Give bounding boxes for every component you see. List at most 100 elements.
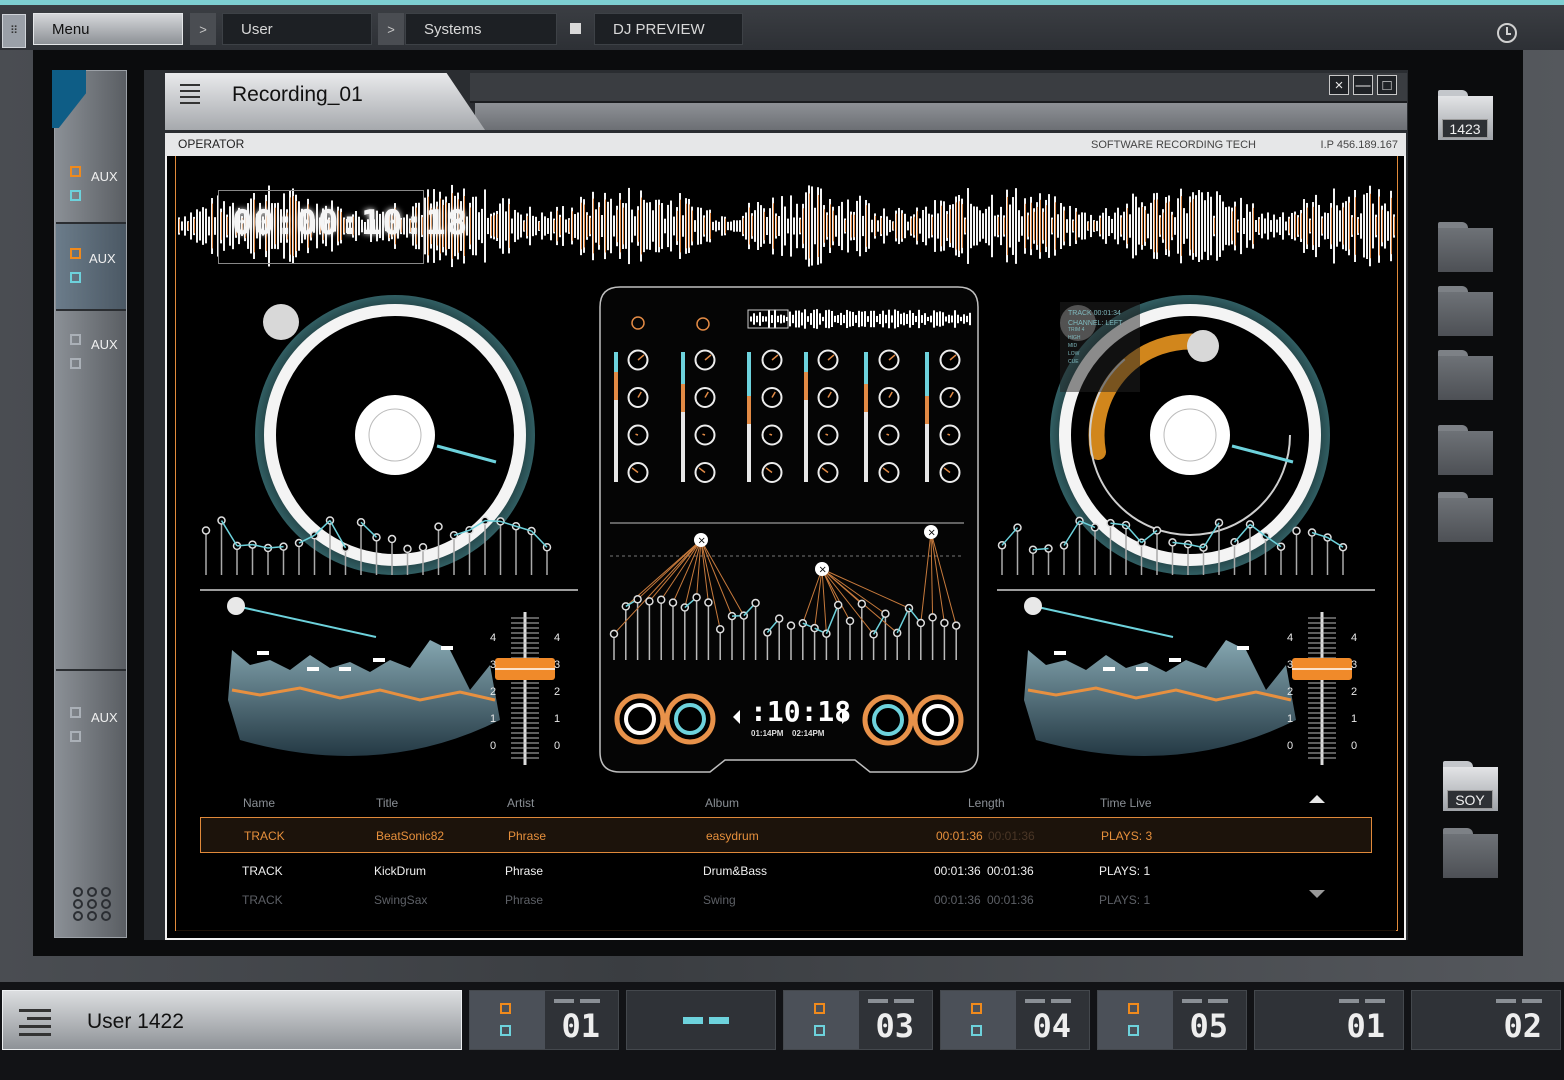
waveform-bar xyxy=(922,209,924,243)
waveform-bar xyxy=(514,209,516,243)
col-name[interactable]: Name xyxy=(243,796,275,810)
waveform-bar xyxy=(1123,211,1125,241)
col-artist[interactable]: Artist xyxy=(507,796,534,810)
left-turntable[interactable] xyxy=(255,295,535,575)
waveform-accent xyxy=(491,216,492,236)
right-turntable[interactable] xyxy=(1050,295,1330,575)
mixer-eq-dot xyxy=(833,600,843,610)
col-length[interactable]: Length xyxy=(968,796,1005,810)
right-pitch-fader[interactable] xyxy=(1292,612,1352,765)
waveform-accent xyxy=(1145,210,1146,242)
mixer-eq-dot xyxy=(845,616,855,626)
mini-wave-bar xyxy=(942,312,944,326)
mini-wave-bar xyxy=(792,314,794,324)
channel-tile[interactable]: 01 xyxy=(469,990,619,1050)
mini-wave-bar xyxy=(918,309,920,329)
track-live: PLAYS: 3 xyxy=(1101,829,1153,843)
folder-icon[interactable] xyxy=(1443,828,1498,878)
channel-tile-empty[interactable] xyxy=(626,990,776,1050)
folder-icon[interactable]: SOY xyxy=(1443,761,1498,811)
col-album[interactable]: Album xyxy=(705,796,739,810)
level-meter-mid xyxy=(614,372,618,400)
track-artist: Phrase xyxy=(508,829,547,843)
folder-icon[interactable] xyxy=(1438,425,1493,475)
mini-wave-bar xyxy=(933,310,935,328)
track-live: PLAYS: 1 xyxy=(1099,864,1151,878)
waveform-bar xyxy=(511,218,513,234)
waveform-bar xyxy=(484,189,486,263)
waveform-bar xyxy=(1303,199,1305,253)
fader-scale-label: 2 xyxy=(1351,686,1358,698)
track-live: PLAYS: 1 xyxy=(1099,893,1151,907)
waveform-accent xyxy=(911,218,912,234)
waveform-bar xyxy=(697,207,699,245)
eq-dot xyxy=(403,544,412,554)
waveform-accent xyxy=(881,217,882,235)
waveform-bar xyxy=(976,206,978,246)
mini-wave-bar xyxy=(819,313,821,325)
waveform-bar xyxy=(982,213,984,239)
waveform-bar xyxy=(694,220,696,232)
folder-icon[interactable] xyxy=(1438,350,1493,400)
waveform-accent xyxy=(1025,203,1026,249)
waveform-accent xyxy=(188,222,189,230)
waveform-accent xyxy=(1391,197,1392,255)
app-root: ⠿ Menu > User > Systems DJ PREVIEW AUX A… xyxy=(0,0,1564,1080)
waveform-bar xyxy=(934,200,936,252)
waveform-accent xyxy=(1190,202,1191,250)
waveform-accent xyxy=(932,216,933,236)
mixer-eq-handle-x: × xyxy=(698,536,706,547)
mini-wave-bar xyxy=(762,316,764,322)
track-length: 00:01:36 xyxy=(934,893,981,907)
folder-icon[interactable] xyxy=(1438,492,1493,542)
table-row[interactable]: TRACK BeatSonic82 Phrase easydrum 00:01:… xyxy=(200,817,1372,853)
knob-pointer xyxy=(702,433,706,436)
table-row[interactable]: TRACK SwingSax Phrase Swing 00:01:36 00:… xyxy=(200,882,1372,918)
waveform-accent xyxy=(692,210,693,242)
waveform-accent xyxy=(1127,208,1128,244)
scroll-up-icon[interactable] xyxy=(1309,795,1325,803)
info-text: HIGH xyxy=(1068,335,1081,341)
waveform-bar xyxy=(1069,205,1071,247)
mini-wave-bar xyxy=(759,312,761,326)
waveform-bar xyxy=(1363,194,1365,258)
waveform-bar xyxy=(898,207,900,245)
channel-tile[interactable]: 03 xyxy=(783,990,933,1050)
col-title[interactable]: Title xyxy=(376,796,398,810)
col-time-live[interactable]: Time Live xyxy=(1100,796,1152,810)
mini-wave-bar xyxy=(960,316,962,322)
waveform-accent xyxy=(962,204,963,248)
track-album: easydrum xyxy=(706,829,759,843)
waveform-bar xyxy=(1000,206,1002,246)
waveform-accent xyxy=(524,221,525,231)
level-meter-top xyxy=(747,352,751,396)
mini-wave-bar xyxy=(873,310,875,328)
folder-icon[interactable]: 1423 xyxy=(1438,90,1493,140)
waveform-accent xyxy=(212,203,213,249)
mini-wave-bar xyxy=(843,314,845,324)
waveform-accent xyxy=(866,205,867,247)
channel-tile[interactable]: 04 xyxy=(940,990,1090,1050)
waveform-accent xyxy=(1154,199,1155,253)
info-text: TRIM 4 xyxy=(1068,327,1085,333)
eq-dot xyxy=(434,522,443,531)
waveform-accent xyxy=(1322,218,1323,234)
eq-link xyxy=(530,530,548,548)
waveform-accent xyxy=(743,217,744,235)
waveform-bar xyxy=(1219,195,1221,257)
fader-scale-label: 3 xyxy=(1351,659,1358,671)
waveform-accent xyxy=(764,211,765,241)
channel-tile[interactable]: 05 xyxy=(1097,990,1247,1050)
waveform-accent xyxy=(902,213,903,239)
left-pitch-fader[interactable] xyxy=(495,612,555,765)
waveform-accent xyxy=(539,222,540,230)
waveform-bar xyxy=(634,216,636,236)
folder-icon[interactable] xyxy=(1438,286,1493,336)
user-button[interactable]: User 1422 xyxy=(2,990,462,1050)
waveform-bar xyxy=(811,186,813,266)
mini-wave-bar xyxy=(834,315,836,323)
channel-tile[interactable]: 01 xyxy=(1254,990,1404,1050)
folder-icon[interactable] xyxy=(1438,222,1493,272)
channel-tile[interactable]: 02 xyxy=(1411,990,1561,1050)
channel-number: 01 xyxy=(561,1007,600,1045)
